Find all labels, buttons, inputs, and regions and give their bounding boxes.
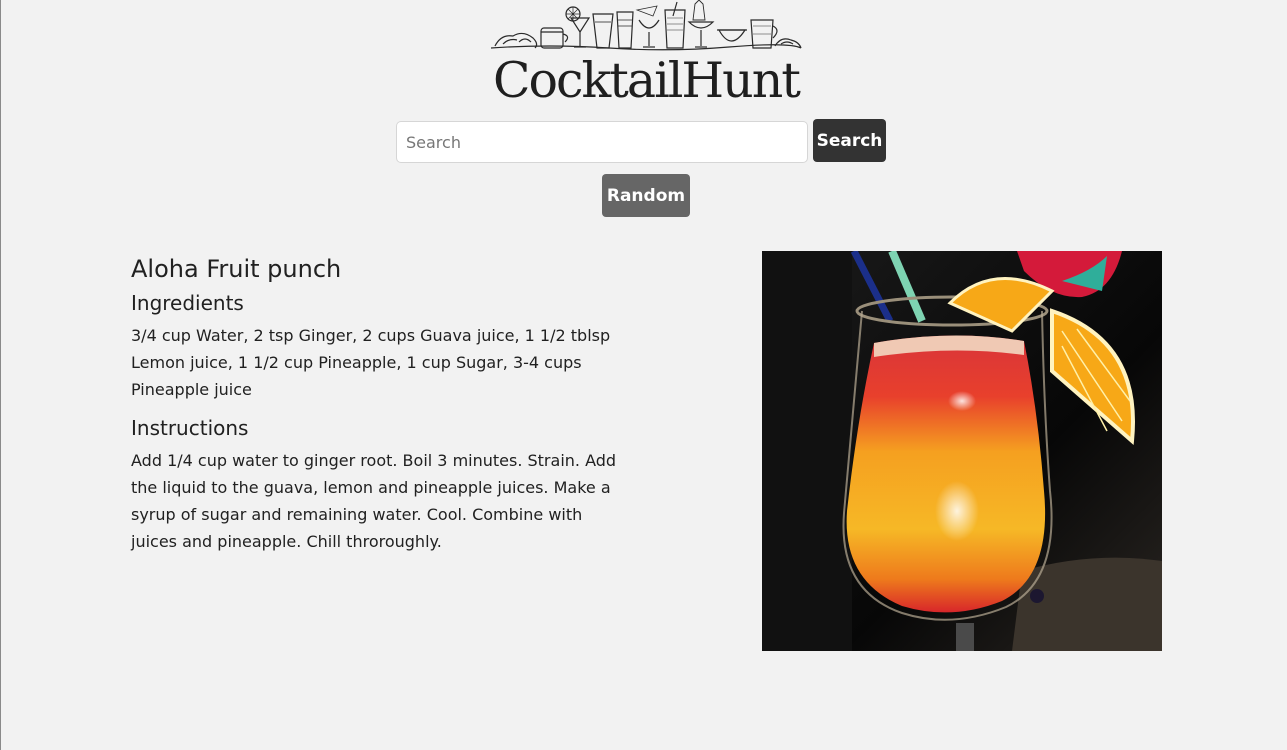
ingredients-text: 3/4 cup Water, 2 tsp Ginger, 2 cups Guav… (131, 326, 611, 399)
page: CocktailHunt Search Random Aloha Fruit p… (0, 0, 1287, 750)
instructions-heading: Instructions (131, 416, 249, 440)
cocktail-glasses-illustration-icon (489, 0, 803, 56)
recipe-details: Aloha Fruit punch Ingredients 3/4 cup Wa… (131, 252, 626, 565)
ingredients-heading: Ingredients (131, 291, 244, 315)
search-button[interactable]: Search (813, 119, 886, 162)
drink-name: Aloha Fruit punch (131, 255, 342, 283)
random-button[interactable]: Random (602, 174, 690, 217)
search-input[interactable] (396, 121, 808, 163)
instructions-text: Add 1/4 cup water to ginger root. Boil 3… (131, 451, 617, 551)
site-logo[interactable]: CocktailHunt (1, 52, 1287, 110)
drink-photo (762, 251, 1162, 651)
site-header: CocktailHunt (1, 0, 1287, 110)
